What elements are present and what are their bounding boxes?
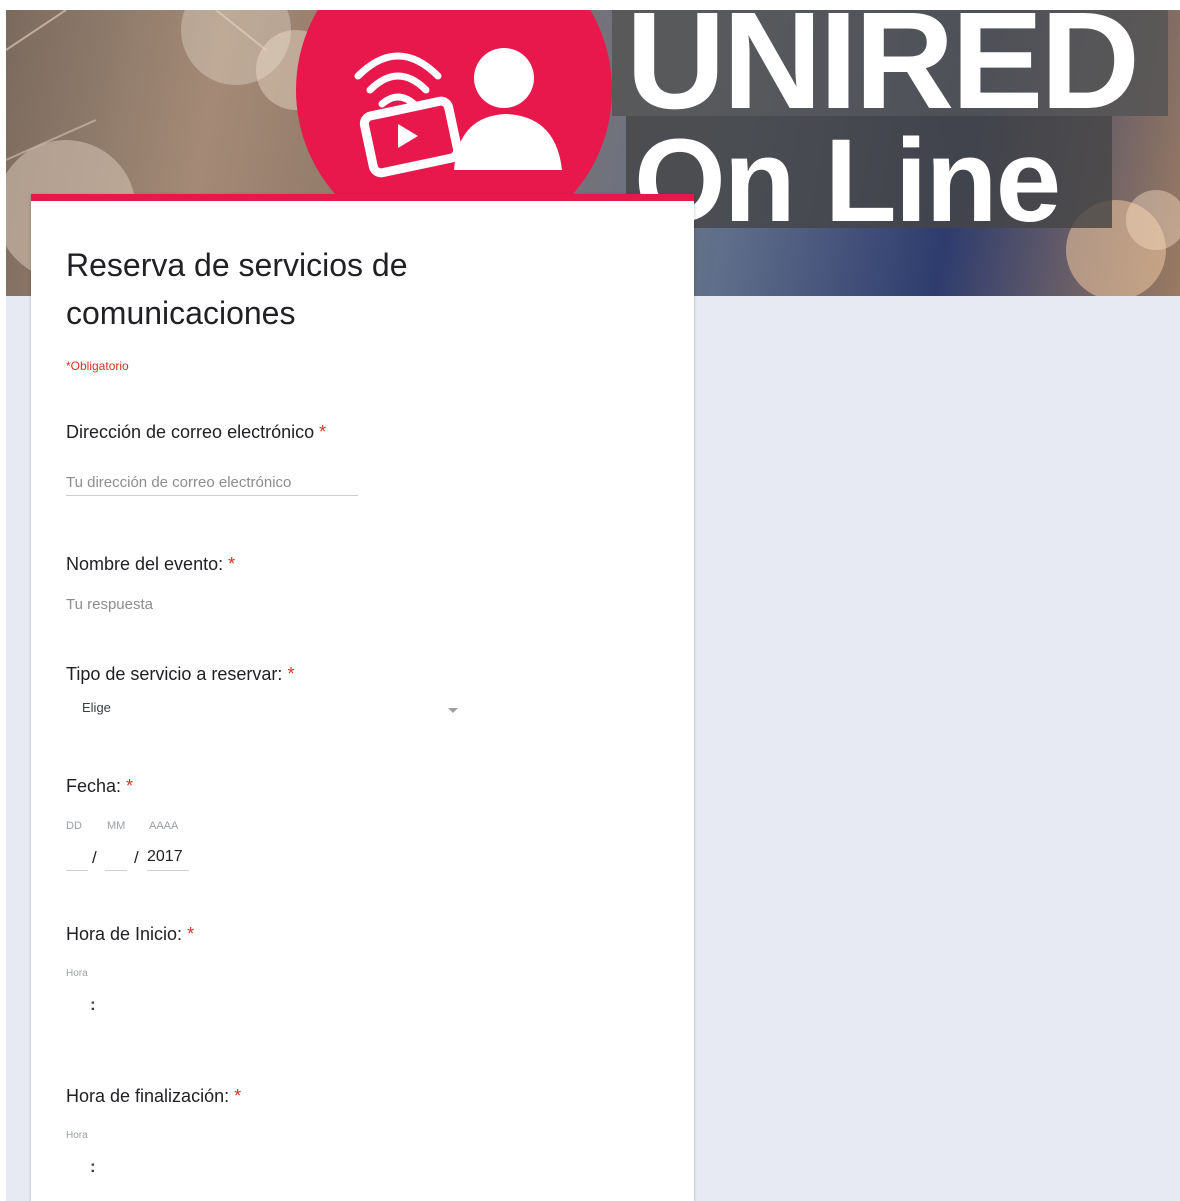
service-type-dropdown[interactable]: Elige xyxy=(66,695,458,725)
end-time-separator: : xyxy=(90,1157,96,1176)
start-time-question-label: Hora de Inicio: * xyxy=(66,924,194,945)
end-time-hour-label: Hora xyxy=(66,1130,88,1141)
required-asterisk: * xyxy=(319,422,327,442)
required-asterisk: * xyxy=(187,924,195,944)
page: UNIRED On Line Reserva de servicios de c… xyxy=(0,0,1180,1201)
form-title: Reserva de servicios de comunicaciones xyxy=(66,247,408,331)
email-label-text: Dirección de correo electrónico xyxy=(66,422,315,442)
date-question-label: Fecha: * xyxy=(66,776,133,797)
start-time-hour-label: Hora xyxy=(66,968,88,979)
start-time-minute-input[interactable] xyxy=(101,992,123,1018)
end-time-label-text: Hora de finalización: xyxy=(66,1086,230,1106)
required-asterisk: * xyxy=(287,664,295,684)
banner-title-line1: UNIRED xyxy=(626,10,1140,138)
date-separator: / xyxy=(134,848,139,867)
required-note: *Obligatorio xyxy=(66,359,129,373)
end-time-minute-input[interactable] xyxy=(101,1154,123,1180)
service-type-selected-value: Elige xyxy=(82,700,111,715)
date-separator: / xyxy=(92,848,97,867)
banner-title-line2: On Line xyxy=(634,115,1061,247)
event-name-input[interactable] xyxy=(66,591,358,617)
end-time-question-label: Hora de finalización: * xyxy=(66,1086,241,1107)
event-name-label-text: Nombre del evento: xyxy=(66,554,224,574)
date-month-input[interactable] xyxy=(105,844,127,871)
form-card: Reserva de servicios de comunicaciones *… xyxy=(31,194,694,1201)
date-month-label: MM xyxy=(107,820,126,832)
email-input[interactable] xyxy=(66,469,358,496)
start-time-label-text: Hora de Inicio: xyxy=(66,924,183,944)
required-asterisk: * xyxy=(126,776,134,796)
service-type-question-label: Tipo de servicio a reservar: * xyxy=(66,664,294,685)
required-asterisk: * xyxy=(234,1086,242,1106)
service-type-label-text: Tipo de servicio a reservar: xyxy=(66,664,283,684)
date-day-input[interactable] xyxy=(66,844,88,871)
date-year-label: AAAA xyxy=(149,820,179,832)
date-label-text: Fecha: xyxy=(66,776,122,796)
chevron-down-icon xyxy=(448,708,458,713)
required-asterisk: * xyxy=(228,554,236,574)
start-time-hour-input[interactable] xyxy=(66,992,88,1018)
end-time-hour-input[interactable] xyxy=(66,1154,88,1180)
email-question-label: Dirección de correo electrónico * xyxy=(66,422,326,443)
start-time-separator: : xyxy=(90,995,96,1014)
date-day-label: DD xyxy=(66,820,82,832)
event-name-question-label: Nombre del evento: * xyxy=(66,554,235,575)
date-year-input[interactable] xyxy=(147,844,189,871)
